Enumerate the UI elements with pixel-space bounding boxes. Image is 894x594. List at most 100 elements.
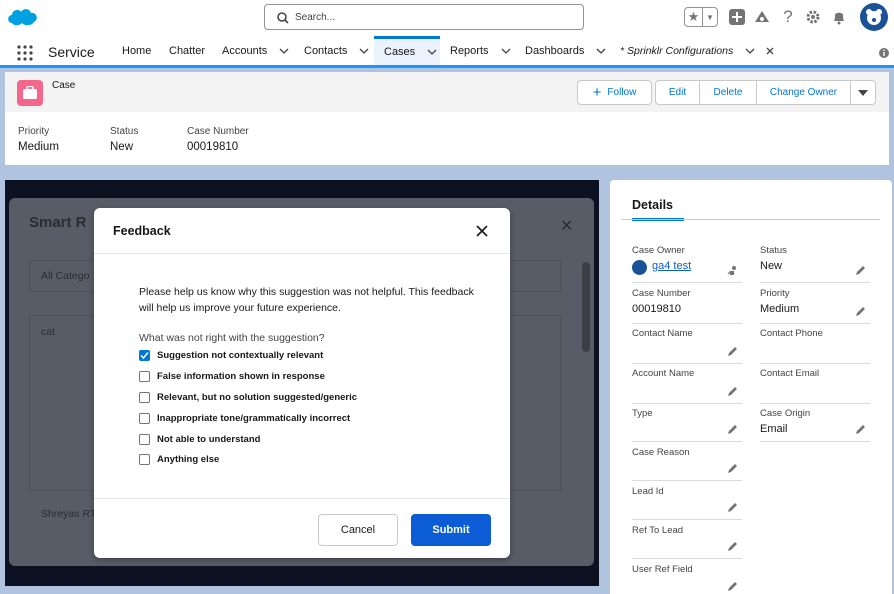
feedback-option[interactable]: Relevant, but no solution suggested/gene…: [139, 390, 357, 404]
suggestion-text: cat: [41, 326, 56, 338]
feedback-option[interactable]: False information shown in response: [139, 369, 325, 383]
add-icon[interactable]: [727, 7, 747, 27]
modal-footer: Cancel Submit: [94, 498, 510, 558]
pencil-icon[interactable]: [727, 581, 738, 592]
search-input[interactable]: [295, 8, 575, 26]
field-case-owner: Case Owner ga4 test: [632, 245, 742, 283]
tab-chatter[interactable]: Chatter: [169, 36, 205, 65]
chevron-down-icon[interactable]: [745, 46, 755, 56]
field-contact-name: Contact Name: [632, 328, 742, 364]
case-owner-link[interactable]: ga4 test: [632, 260, 742, 275]
field-lead-id: Lead Id: [632, 486, 742, 520]
pencil-icon[interactable]: [727, 386, 738, 397]
chevron-down-icon[interactable]: [279, 46, 289, 56]
edit-button[interactable]: Edit: [656, 81, 700, 104]
tab-details[interactable]: Details: [632, 198, 684, 221]
checkbox[interactable]: [139, 391, 150, 403]
app-launcher-icon[interactable]: [17, 45, 33, 61]
tab-cases[interactable]: Cases: [374, 36, 440, 65]
tab-divider: [622, 219, 880, 220]
chevron-down-icon[interactable]: [501, 46, 511, 56]
field-contact-email: Contact Email: [760, 368, 870, 404]
field-account-name: Account Name: [632, 368, 742, 404]
star-icon[interactable]: ★: [685, 8, 703, 26]
tab-home[interactable]: Home: [122, 36, 151, 65]
checkbox[interactable]: [139, 412, 150, 424]
follow-button[interactable]: + Follow: [578, 81, 651, 104]
gear-icon[interactable]: [803, 7, 823, 27]
add-icon: +: [592, 84, 602, 101]
record-actions-group: Edit Delete Change Owner: [655, 80, 876, 105]
close-icon[interactable]: [475, 224, 489, 238]
field-contact-phone: Contact Phone: [760, 328, 870, 364]
field-case-reason: Case Reason: [632, 447, 742, 481]
details-panel: Details Case Owner ga4 test Case Number …: [610, 180, 892, 594]
scrollbar[interactable]: [582, 262, 590, 352]
more-actions-button[interactable]: [851, 81, 875, 104]
category-filter-label: All Catego: [41, 270, 90, 282]
field-type: Type: [632, 408, 742, 442]
checkbox[interactable]: [139, 370, 150, 382]
help-icon[interactable]: ?: [778, 7, 798, 27]
chevron-down-icon: [858, 89, 868, 96]
record-object-label: Case: [52, 80, 76, 91]
modal-title: Feedback: [113, 224, 171, 238]
app-nav-bar: Service Home Chatter Accounts Contacts C…: [0, 36, 894, 68]
chevron-down-icon[interactable]: [359, 46, 369, 56]
pencil-icon[interactable]: [727, 541, 738, 552]
check-icon: [140, 351, 149, 359]
field-ref-to-lead: Ref To Lead: [632, 525, 742, 559]
pencil-icon[interactable]: [727, 346, 738, 357]
checkbox-checked[interactable]: [139, 349, 150, 361]
agent-name: Shreyas RT: [41, 508, 97, 520]
tab-reports[interactable]: Reports: [450, 36, 511, 65]
change-owner-button[interactable]: Change Owner: [757, 81, 851, 104]
pencil-icon[interactable]: [727, 502, 738, 513]
close-icon[interactable]: ✕: [560, 216, 573, 236]
feedback-question: What was not right with the suggestion?: [139, 332, 325, 344]
field-priority: Priority Medium: [760, 288, 870, 324]
case-object-icon: [17, 80, 43, 106]
salesforce-logo-icon[interactable]: [6, 5, 40, 29]
chevron-down-icon[interactable]: ▼: [703, 8, 717, 26]
pencil-icon[interactable]: [855, 424, 866, 435]
highlight-case-number: Case Number 00019810: [187, 126, 249, 153]
tab-contacts[interactable]: Contacts: [304, 36, 369, 65]
chevron-down-icon[interactable]: [596, 46, 606, 56]
trailhead-icon[interactable]: [752, 7, 772, 27]
pencil-icon[interactable]: [727, 424, 738, 435]
feedback-modal: Feedback Please help us know why this su…: [94, 208, 510, 558]
close-icon[interactable]: [765, 46, 775, 56]
change-owner-icon[interactable]: [727, 265, 738, 276]
tab-dashboards[interactable]: Dashboards: [525, 36, 606, 65]
global-search[interactable]: [264, 4, 584, 30]
avatar[interactable]: [860, 3, 888, 31]
feedback-option[interactable]: Suggestion not contextually relevant: [139, 348, 323, 362]
tab-accounts[interactable]: Accounts: [222, 36, 289, 65]
tab-sprinklr-configurations[interactable]: * Sprinklr Configurations: [620, 36, 775, 65]
chevron-down-icon[interactable]: [427, 47, 437, 57]
favorites-button[interactable]: ★ ▼: [684, 7, 718, 27]
field-case-origin: Case Origin Email: [760, 408, 870, 442]
delete-button[interactable]: Delete: [700, 81, 757, 104]
feedback-option[interactable]: Anything else: [139, 452, 219, 466]
pencil-icon[interactable]: [855, 265, 866, 276]
record-highlights-panel: Case + Follow Edit Delete Change Owner P…: [5, 72, 889, 165]
pencil-icon[interactable]: [855, 306, 866, 317]
global-header: ★ ▼ ?: [0, 0, 894, 36]
submit-button[interactable]: Submit: [411, 514, 491, 546]
cancel-button[interactable]: Cancel: [318, 514, 398, 546]
feedback-option[interactable]: Not able to understand: [139, 432, 260, 446]
info-icon[interactable]: [878, 47, 890, 59]
field-status: Status New: [760, 245, 870, 283]
app-name: Service: [48, 44, 95, 60]
checkbox[interactable]: [139, 433, 150, 445]
smart-response-title: Smart R: [29, 214, 87, 231]
pencil-icon[interactable]: [727, 463, 738, 474]
checkbox[interactable]: [139, 453, 150, 465]
field-user-ref: User Ref Field: [632, 564, 742, 594]
feedback-option[interactable]: Inappropriate tone/grammatically incorre…: [139, 411, 350, 425]
bell-icon[interactable]: [829, 7, 849, 27]
modal-header: Feedback: [94, 208, 510, 254]
follow-button-group: + Follow: [577, 80, 652, 105]
